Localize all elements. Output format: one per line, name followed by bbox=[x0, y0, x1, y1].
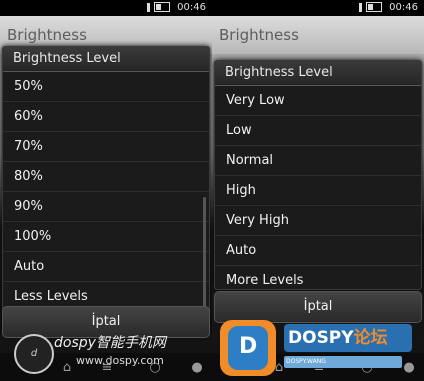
status-time: 00:46 bbox=[177, 2, 206, 13]
option-90[interactable]: 90% bbox=[3, 192, 209, 222]
option-normal[interactable]: Normal bbox=[215, 146, 421, 176]
signal-icon bbox=[358, 2, 362, 12]
dospy-logo: d bbox=[14, 334, 54, 374]
watermark-name: dospy智能手机网 bbox=[54, 335, 166, 351]
option-high[interactable]: High bbox=[215, 176, 421, 206]
brightness-dialog: Brightness Level Very Low Low Normal Hig… bbox=[214, 60, 422, 290]
signal-icon bbox=[146, 2, 150, 12]
option-very-high[interactable]: Very High bbox=[215, 206, 421, 236]
battery-icon bbox=[153, 2, 170, 12]
option-70[interactable]: 70% bbox=[3, 132, 209, 162]
option-60[interactable]: 60% bbox=[3, 102, 209, 132]
watermark-url: www.dospy.com bbox=[76, 354, 164, 367]
dospy-slogan: DOSPY.WANG bbox=[284, 356, 402, 368]
option-80[interactable]: 80% bbox=[3, 162, 209, 192]
dialog-title: Brightness Level bbox=[3, 47, 209, 72]
option-100[interactable]: 100% bbox=[3, 222, 209, 252]
battery-icon bbox=[365, 2, 382, 12]
option-auto[interactable]: Auto bbox=[3, 252, 209, 282]
dospy-watermark: d dospy智能手机网 www.dospy.com bbox=[6, 330, 206, 378]
status-time: 00:46 bbox=[389, 2, 418, 13]
option-auto[interactable]: Auto bbox=[215, 236, 421, 266]
status-bar: 00:46 bbox=[212, 0, 424, 16]
option-low[interactable]: Low bbox=[215, 116, 421, 146]
status-bar: 00:46 bbox=[0, 0, 212, 16]
option-very-low[interactable]: Very Low bbox=[215, 86, 421, 116]
dospy-badge-icon: D bbox=[220, 320, 276, 376]
app-title: Brightness bbox=[212, 16, 424, 54]
dospy-brand: DOSPY论坛 bbox=[284, 324, 412, 352]
option-50[interactable]: 50% bbox=[3, 72, 209, 102]
brightness-dialog: Brightness Level 50% 60% 70% 80% 90% 100… bbox=[2, 46, 210, 337]
left-screen: 00:46 Brightness Brightness Level 50% 60… bbox=[0, 0, 212, 381]
dospy-forum-watermark: D DOSPY论坛 DOSPY.WANG bbox=[216, 316, 422, 380]
dialog-title: Brightness Level bbox=[215, 61, 421, 86]
